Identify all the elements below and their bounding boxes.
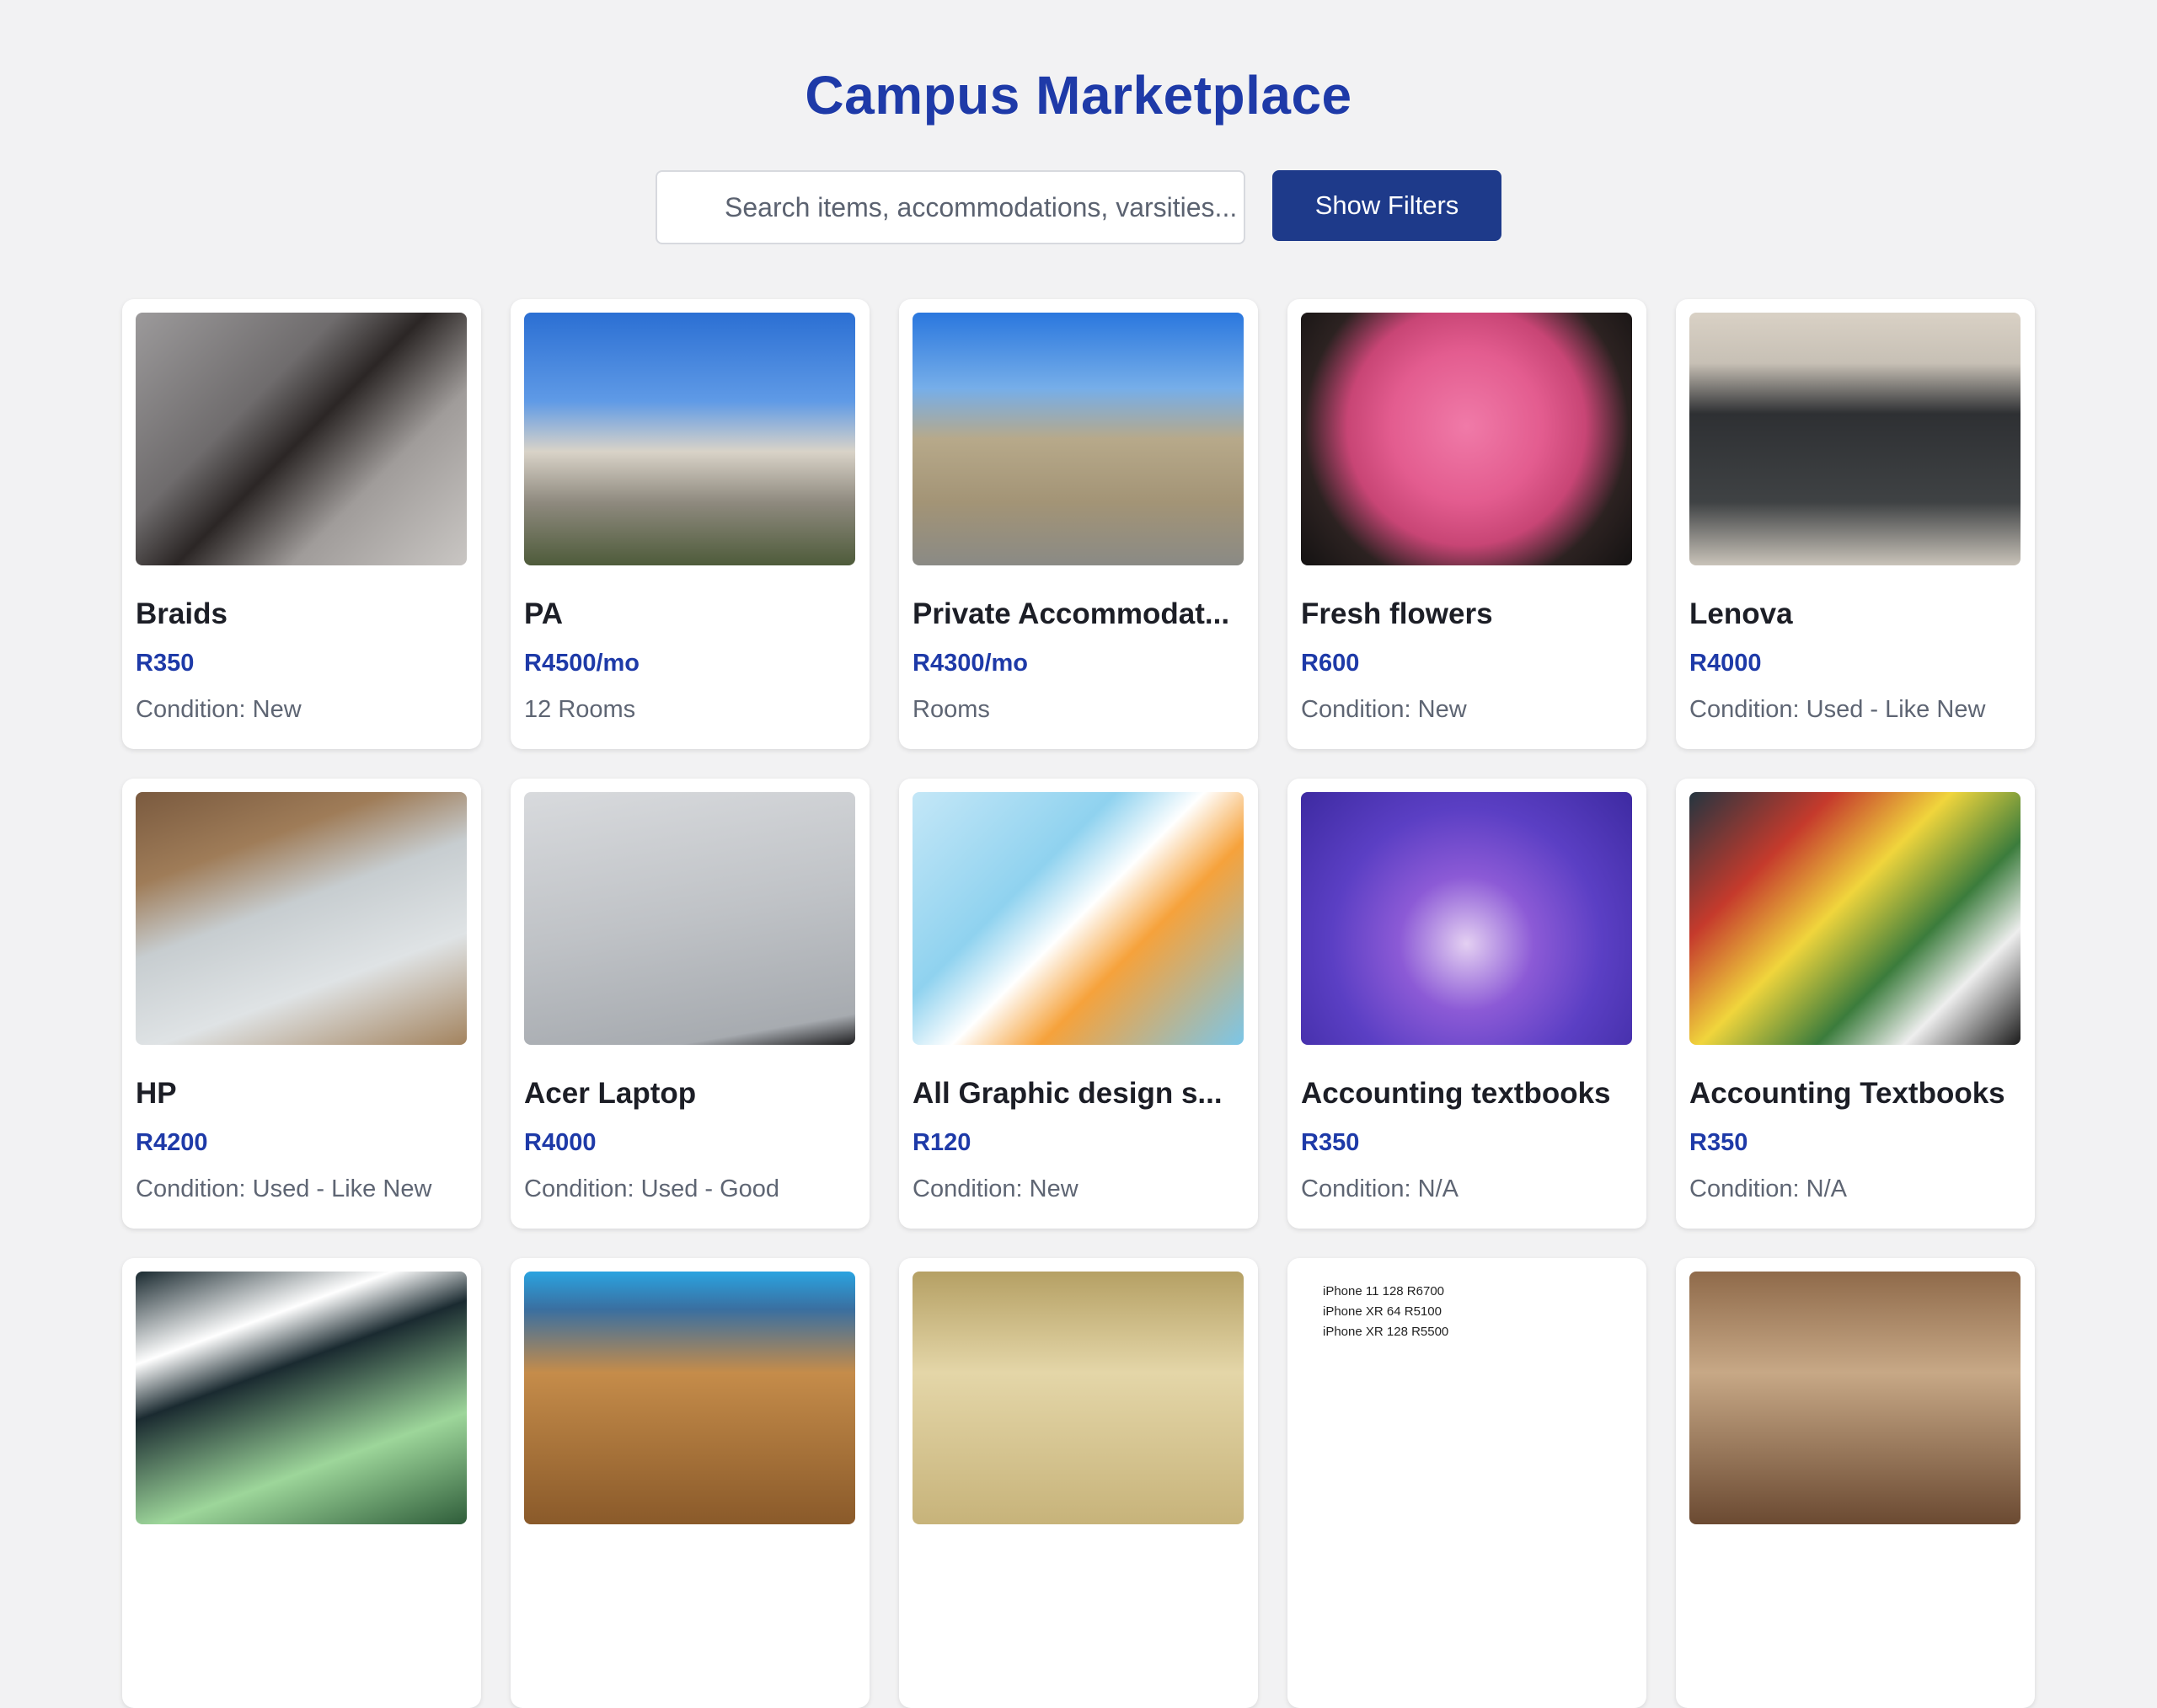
- listing-image[interactable]: [1689, 313, 2021, 565]
- listing-card[interactable]: Acer Laptop R4000 Condition: Used - Good: [511, 779, 870, 1229]
- listing-condition: Condition: New: [913, 1175, 1078, 1202]
- listing-price: R600: [1301, 650, 1360, 677]
- listing-image[interactable]: [524, 792, 855, 1045]
- listing-card[interactable]: All Graphic design s... R120 Condition: …: [899, 779, 1258, 1229]
- listing-condition: Condition: New: [1301, 696, 1467, 723]
- phone-price-line: iPhone XR 128 R5500: [1323, 1325, 1449, 1339]
- listing-title[interactable]: Private Accommodat...: [913, 597, 1244, 631]
- listing-condition: Condition: N/A: [1689, 1175, 1847, 1202]
- listing-card[interactable]: Accounting Textbooks R350 Condition: N/A: [1676, 779, 2035, 1229]
- listing-image[interactable]: [1301, 792, 1632, 1045]
- listing-price: R350: [136, 650, 195, 677]
- listing-rooms: Rooms: [913, 696, 990, 723]
- listing-image[interactable]: [1301, 313, 1632, 565]
- listing-card[interactable]: Private Accommodat... R4300/mo Rooms: [899, 299, 1258, 749]
- listing-image[interactable]: [136, 313, 467, 565]
- phone-price-line: iPhone XR 64 R5100: [1323, 1304, 1442, 1319]
- search-bar-row: Show Filters: [0, 170, 2157, 244]
- listing-image[interactable]: [524, 313, 855, 565]
- listing-title[interactable]: Fresh flowers: [1301, 597, 1633, 631]
- listing-image[interactable]: iPhone 11 128 R6700 iPhone XR 64 R5100 i…: [1301, 1272, 1632, 1524]
- listing-image[interactable]: [1689, 792, 2021, 1045]
- phone-price-line: iPhone 11 128 R6700: [1323, 1284, 1445, 1298]
- listing-image[interactable]: [913, 792, 1244, 1045]
- listing-card[interactable]: Braids R350 Condition: New: [122, 299, 481, 749]
- listing-condition: Condition: Used - Like New: [1689, 696, 1986, 723]
- listing-price: R4000: [524, 1129, 597, 1156]
- listing-image[interactable]: [1689, 1272, 2021, 1524]
- search-input[interactable]: [656, 170, 1245, 244]
- listing-title[interactable]: Accounting Textbooks: [1689, 1077, 2021, 1111]
- listing-card[interactable]: Lenova R4000 Condition: Used - Like New: [1676, 299, 2035, 749]
- listing-condition: Condition: Used - Good: [524, 1175, 780, 1202]
- listing-title[interactable]: HP: [136, 1077, 468, 1111]
- listings-grid: Braids R350 Condition: New PA R4500/mo 1…: [122, 299, 2035, 1708]
- listing-price: R4200: [136, 1129, 208, 1156]
- listing-price: R120: [913, 1129, 971, 1156]
- listing-card[interactable]: iPhone 11 128 R6700 iPhone XR 64 R5100 i…: [1287, 1258, 1646, 1708]
- listing-price: R4300/mo: [913, 650, 1029, 677]
- listing-image[interactable]: [913, 1272, 1244, 1524]
- listing-title[interactable]: PA: [524, 597, 856, 631]
- listing-condition: Condition: New: [136, 696, 302, 723]
- listing-image[interactable]: [913, 313, 1244, 565]
- listing-price: R4500/mo: [524, 650, 640, 677]
- listing-card[interactable]: [1676, 1258, 2035, 1708]
- listing-card[interactable]: [899, 1258, 1258, 1708]
- listing-card[interactable]: PA R4500/mo 12 Rooms: [511, 299, 870, 749]
- listing-condition: Condition: Used - Like New: [136, 1175, 432, 1202]
- listing-card[interactable]: [122, 1258, 481, 1708]
- listing-image[interactable]: [136, 792, 467, 1045]
- page-title: Campus Marketplace: [805, 65, 1352, 126]
- listing-rooms: 12 Rooms: [524, 696, 636, 723]
- listing-price: R350: [1689, 1129, 1748, 1156]
- listing-image[interactable]: [136, 1272, 467, 1524]
- listing-image[interactable]: [524, 1272, 855, 1524]
- listing-title[interactable]: Accounting textbooks: [1301, 1077, 1633, 1111]
- listing-price: R4000: [1689, 650, 1762, 677]
- listing-title[interactable]: Lenova: [1689, 597, 2021, 631]
- listing-card[interactable]: Accounting textbooks R350 Condition: N/A: [1287, 779, 1646, 1229]
- listing-card[interactable]: HP R4200 Condition: Used - Like New: [122, 779, 481, 1229]
- listing-card[interactable]: [511, 1258, 870, 1708]
- listing-title[interactable]: Braids: [136, 597, 468, 631]
- listing-card[interactable]: Fresh flowers R600 Condition: New: [1287, 299, 1646, 749]
- listing-price: R350: [1301, 1129, 1360, 1156]
- listing-title[interactable]: All Graphic design s...: [913, 1077, 1244, 1111]
- listing-title[interactable]: Acer Laptop: [524, 1077, 856, 1111]
- phone-price-list: iPhone 11 128 R6700 iPhone XR 64 R5100 i…: [1301, 1272, 1632, 1342]
- show-filters-button[interactable]: Show Filters: [1272, 170, 1501, 241]
- listing-condition: Condition: N/A: [1301, 1175, 1459, 1202]
